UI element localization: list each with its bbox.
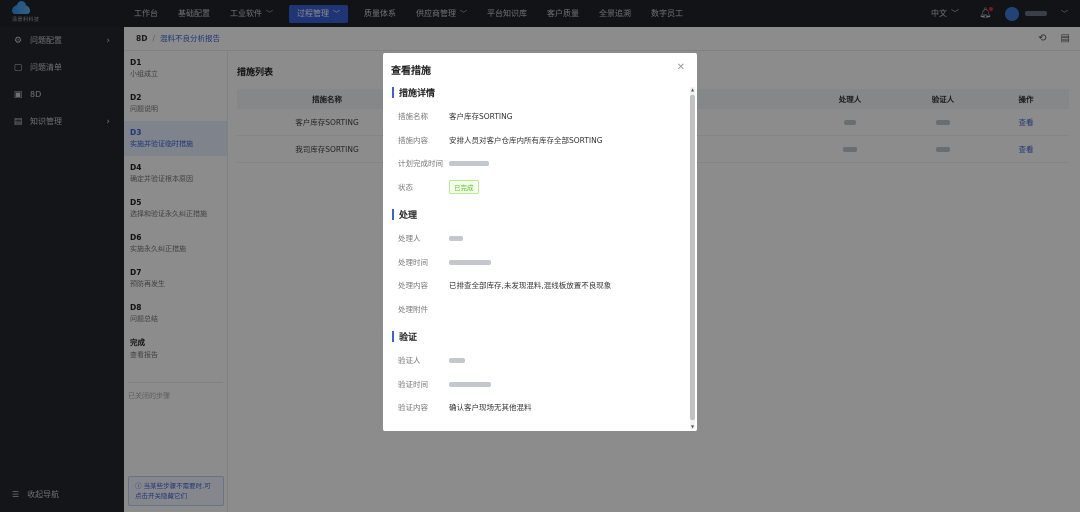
field-label: 验证内容 [398, 403, 428, 413]
field-label: 计划完成时间 [398, 159, 443, 169]
field-label: 处理附件 [398, 304, 428, 314]
redacted-value [449, 381, 491, 387]
field-value: 安排人员对客户仓库内所有库存全部SORTING [449, 135, 603, 145]
field-label: 措施内容 [398, 135, 428, 145]
field-value: 已排查全部库存,未发现混料,混线板放置不良现象 [449, 281, 612, 291]
field-plan-time: 计划完成时间 [383, 152, 689, 176]
field-label: 处理人 [398, 234, 421, 244]
section-measure-details: 措施详情 [392, 85, 689, 99]
status-badge: 已完成 [449, 180, 479, 195]
section-title: 处理 [399, 210, 418, 221]
field-label: 验证人 [398, 356, 421, 366]
redacted-value [449, 358, 465, 364]
field-handle-content: 处理内容 已排查全部库存,未发现混料,混线板放置不良现象 [383, 274, 689, 298]
modal-body: 措施详情 措施名称 客户库存SORTING 措施内容 安排人员对客户仓库内所有库存全… [383, 85, 689, 431]
scroll-down-icon[interactable]: ▼ [690, 424, 695, 429]
field-label: 措施名称 [398, 112, 428, 122]
modal-header: 查看措施 ✕ [383, 53, 697, 85]
field-verifier: 验证人 [383, 349, 689, 373]
modal-scrollbar[interactable]: ▲ ▼ [690, 87, 695, 429]
field-label: 状态 [398, 182, 413, 192]
section-title: 措施详情 [399, 88, 436, 99]
field-measure-name: 措施名称 客户库存SORTING [383, 105, 689, 129]
section-title: 验证 [399, 332, 418, 343]
field-handle-time: 处理时间 [383, 251, 689, 275]
field-handler: 处理人 [383, 227, 689, 251]
field-measure-content: 措施内容 安排人员对客户仓库内所有库存全部SORTING [383, 129, 689, 153]
section-accent-bar [392, 330, 394, 342]
field-handle-attachment: 处理附件 [383, 298, 689, 322]
field-verify-time: 验证时间 [383, 373, 689, 397]
field-value: 确认客户现场无其他混料 [449, 403, 532, 413]
redacted-value [449, 161, 489, 167]
modal-title: 查看措施 [391, 65, 431, 77]
redacted-value [449, 236, 463, 242]
scroll-up-icon[interactable]: ▲ [690, 87, 695, 92]
field-status: 状态 已完成 [383, 176, 689, 200]
field-label: 验证时间 [398, 379, 428, 389]
field-verify-content: 验证内容 确认客户现场无其他混料 [383, 396, 689, 420]
field-label: 处理内容 [398, 281, 428, 291]
field-value: 客户库存SORTING [449, 112, 513, 122]
close-icon[interactable]: ✕ [677, 62, 685, 73]
view-measure-modal: 查看措施 ✕ 措施详情 措施名称 客户库存SORTING 措施内容 安排人员对客户仓… [383, 53, 697, 431]
section-verify: 验证 [392, 329, 689, 343]
field-label: 处理时间 [398, 257, 428, 267]
scrollbar-thumb[interactable] [690, 95, 695, 420]
section-handle: 处理 [392, 207, 689, 221]
section-accent-bar [392, 208, 394, 220]
redacted-value [449, 259, 491, 265]
section-accent-bar [392, 86, 394, 98]
